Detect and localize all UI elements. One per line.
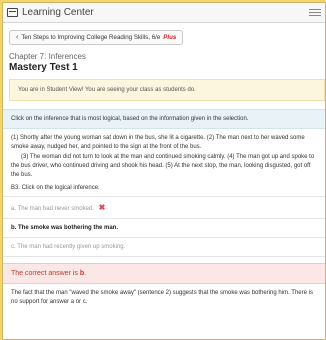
option-label: c. The man had recently given up smoking… bbox=[11, 244, 126, 250]
reading-passage: (1) Shortly after the young woman sat do… bbox=[3, 129, 325, 180]
app-title: Learning Center bbox=[22, 7, 94, 18]
app-header: Learning Center bbox=[3, 3, 325, 23]
chapter-label: Chapter 7: Inferences bbox=[9, 52, 86, 61]
answer-suffix: . bbox=[84, 270, 87, 277]
x-mark-icon: ✖ bbox=[98, 203, 106, 212]
passage-paragraph: (3) The woman did not turn to look at th… bbox=[11, 154, 315, 178]
hamburger-menu-icon[interactable] bbox=[309, 8, 321, 17]
student-view-notice: You are in Student View! You are seeing … bbox=[9, 79, 325, 101]
back-to-book-button[interactable]: ‹ Ten Steps to Improving College Reading… bbox=[9, 30, 184, 45]
correct-answer-banner: The correct answer is b. bbox=[3, 263, 325, 284]
answer-explanation: The fact that the man "waved the smoke a… bbox=[11, 290, 313, 305]
chevron-left-icon: ‹ bbox=[16, 34, 19, 41]
option-label: a. The man had never smoked. bbox=[11, 206, 94, 212]
back-button-label: Ten Steps to Improving College Reading S… bbox=[21, 34, 161, 41]
passage-paragraph: (1) Shortly after the young woman sat do… bbox=[11, 135, 305, 150]
answer-option-a[interactable]: a. The man had never smoked. ✖ bbox=[3, 196, 325, 219]
learning-center-window: Learning Center ‹ Ten Steps to Improving… bbox=[2, 2, 326, 340]
directions-text: Click on the inference that is most logi… bbox=[3, 109, 325, 129]
question-prompt: B3. Click on the logical inference. bbox=[11, 185, 100, 191]
plus-badge: Plus bbox=[163, 34, 177, 41]
answer-option-b[interactable]: b. The smoke was bothering the man. bbox=[3, 219, 325, 238]
answer-option-c[interactable]: c. The man had recently given up smoking… bbox=[3, 238, 325, 257]
option-label: b. The smoke was bothering the man. bbox=[11, 225, 119, 231]
window-icon bbox=[7, 8, 18, 17]
page-title: Mastery Test 1 bbox=[9, 62, 78, 73]
answer-prefix: The correct answer is bbox=[11, 270, 80, 277]
